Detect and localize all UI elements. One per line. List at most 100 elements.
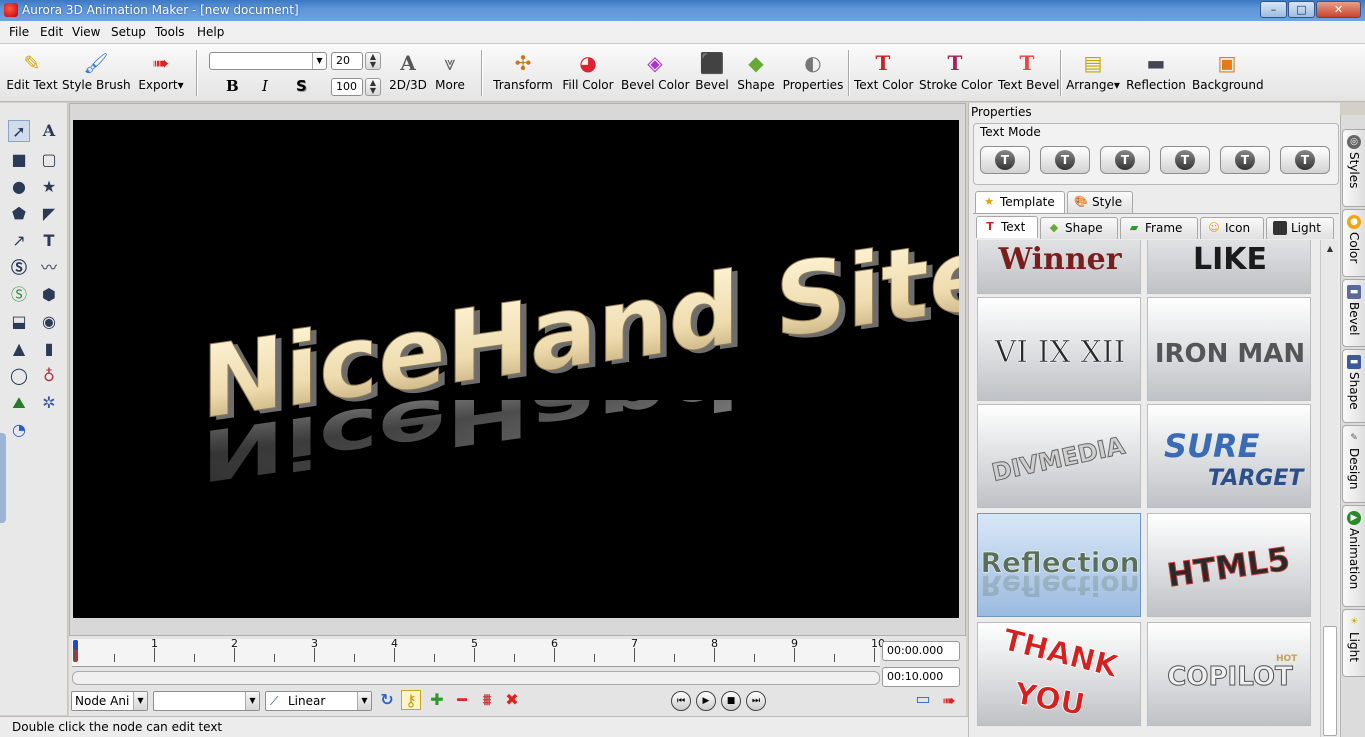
symbol-tool-icon[interactable]: Ⓢ [8,257,30,279]
minimize-button[interactable]: – [1260,1,1287,18]
reflection-button[interactable]: ▬ Reflection [1126,48,1186,100]
template-thumb[interactable]: Winner [977,240,1141,294]
bevel-button[interactable]: ⬛ Bevel [694,48,730,100]
bold-button[interactable]: B [226,77,239,95]
menu-edit[interactable]: Edit [40,25,63,39]
tab-style[interactable]: 🎨 Style [1067,191,1133,213]
current-time-field[interactable]: 00:00.000 [882,641,960,661]
quarter-shape-tool-icon[interactable]: ◤ [38,203,60,225]
template-thumb[interactable]: IRON MAN [1147,297,1311,401]
interpolation-select[interactable]: ⟋ Linear ▼ [265,691,372,711]
shape-button[interactable]: ◆ Shape [736,48,776,100]
export-button[interactable]: ➠ Export▾ [136,48,186,100]
text-tool-icon[interactable]: A [38,120,60,142]
effect-select[interactable]: ▼ [153,691,260,711]
template-thumb[interactable]: DIVMEDIA [977,404,1141,508]
template-thumb-selected[interactable]: Reflection Reflection [977,513,1141,617]
transform-button[interactable]: ✣ Transform [493,48,553,100]
subtab-shape[interactable]: ◆ Shape [1040,217,1118,239]
shadow-button[interactable]: S [296,77,307,95]
skip-end-icon[interactable]: ⏭ [746,691,766,711]
curve-tool-icon[interactable]: 〰 [38,257,60,279]
subtab-icon[interactable]: ☺ Icon [1200,217,1264,239]
bevel-color-button[interactable]: ◈ Bevel Color [621,48,690,100]
text-mode-gear-button[interactable]: T [1280,146,1330,174]
stroke-color-button[interactable]: T Stroke Color [919,48,992,100]
side-tab-bevel[interactable]: ▬ Bevel [1342,279,1365,347]
menu-help[interactable]: Help [197,25,224,39]
cone-tool-icon[interactable]: ▲ [8,338,30,360]
2d-3d-toggle-button[interactable]: A 2D/3D [388,48,428,100]
menu-file[interactable]: File [9,25,29,39]
add-image-tool-icon[interactable]: ⛰ [8,392,30,414]
add-keyframe-icon[interactable]: ✚ [427,690,447,710]
more-button[interactable]: ⩔ More [432,48,468,100]
skip-start-icon[interactable]: ⏮ [671,691,691,711]
edit-text-button[interactable]: ✎ Edit Text [6,48,58,100]
menu-setup[interactable]: Setup [111,25,146,39]
side-tab-animation[interactable]: ▶ Animation [1342,505,1365,607]
menu-tools[interactable]: Tools [155,25,185,39]
light-tool-icon[interactable]: ◔ [8,419,30,441]
style-brush-button[interactable]: 🖌 Style Brush [62,48,131,100]
timeline-scrollbar[interactable] [72,671,880,685]
side-tab-color[interactable]: ● Color [1342,209,1365,277]
tab-template[interactable]: ★ Template [975,191,1065,213]
sphere-tool-icon[interactable]: ◉ [38,311,60,333]
font-size-spinner[interactable]: ▲ ▼ [365,52,381,70]
text-color-button[interactable]: T Text Color [854,48,913,100]
preview-monitor-icon[interactable]: ▭ [913,689,933,709]
scrollbar-thumb[interactable] [1323,626,1337,736]
close-button[interactable]: ✕ [1316,1,1361,18]
model-tool-icon[interactable]: ✲ [38,392,60,414]
select-tool-icon[interactable]: ➚ [8,120,30,142]
ellipse-tool-icon[interactable]: ● [8,176,30,198]
add-symbol-tool-icon[interactable]: Ⓢ [8,284,30,306]
refresh-icon[interactable]: ↻ [377,690,397,710]
key-frame-icon[interactable]: ⚷ [401,690,421,710]
font-size-field[interactable]: 20 [331,52,363,70]
text-mode-extrude-button[interactable]: T [1040,146,1090,174]
side-tab-shape[interactable]: ▬ Shape [1342,349,1365,423]
cylinder-tool-icon[interactable]: ▮ [38,338,60,360]
template-thumb[interactable]: THANK YOU [977,622,1141,726]
template-thumb[interactable]: HTML5 [1147,513,1311,617]
arrow-tool-icon[interactable]: ↗ [8,230,30,252]
text-mode-bevel-button[interactable]: T [1160,146,1210,174]
remove-keyframe-icon[interactable]: ━ [452,690,472,710]
fill-color-button[interactable]: ◕ Fill Color [561,48,615,100]
palette-collapse-handle[interactable] [0,433,6,523]
properties-button[interactable]: ◐ Properties [782,48,844,100]
menu-view[interactable]: View [72,25,100,39]
italic-button[interactable]: I [262,77,268,95]
arrange-button[interactable]: ▤ Arrange▾ [1066,48,1120,100]
torus-tool-icon[interactable]: ◯ [8,365,30,387]
rounded-rectangle-tool-icon[interactable]: ▢ [38,149,60,171]
maximize-button[interactable]: □ [1288,1,1315,18]
node-animation-select[interactable]: Node Ani ▼ [71,691,148,711]
rectangle-tool-icon[interactable]: ■ [8,149,30,171]
depth-spinner[interactable]: ▲ ▼ [365,78,381,96]
cube-tool-icon[interactable]: ⬢ [38,284,60,306]
side-tab-light[interactable]: ☀ Light [1342,609,1365,677]
vase-tool-icon[interactable]: ♁ [38,365,60,387]
side-tab-design[interactable]: ✎ Design [1342,425,1365,503]
text-mode-round-button[interactable]: T [1100,146,1150,174]
shield-shape-tool-icon[interactable]: ⬓ [8,311,30,333]
subtab-text[interactable]: T Text [976,216,1038,238]
subtab-light[interactable]: Light [1266,217,1334,239]
star-tool-icon[interactable]: ★ [38,176,60,198]
template-thumb[interactable]: VI IX XII [977,297,1141,401]
template-thumb[interactable]: COPILOT HOT [1147,622,1311,726]
total-time-field[interactable]: 00:10.000 [882,667,960,687]
text-bevel-button[interactable]: T Text Bevel [998,48,1060,100]
play-icon[interactable]: ▶ [696,691,716,711]
scroll-up-icon[interactable]: ▲ [1323,242,1337,256]
delete-animation-icon[interactable]: ✖ [502,690,522,710]
text-mode-emboss-button[interactable]: T [1220,146,1270,174]
gallery-scrollbar[interactable]: ▲ [1320,240,1338,737]
render-canvas[interactable]: NiceHand Site NiceHand Site NiceHand Sit… [73,120,959,618]
template-thumb[interactable]: LIKE [1147,240,1311,294]
split-keyframe-icon[interactable]: ⩩ [477,690,497,710]
text-box-tool-icon[interactable]: T [38,230,60,252]
